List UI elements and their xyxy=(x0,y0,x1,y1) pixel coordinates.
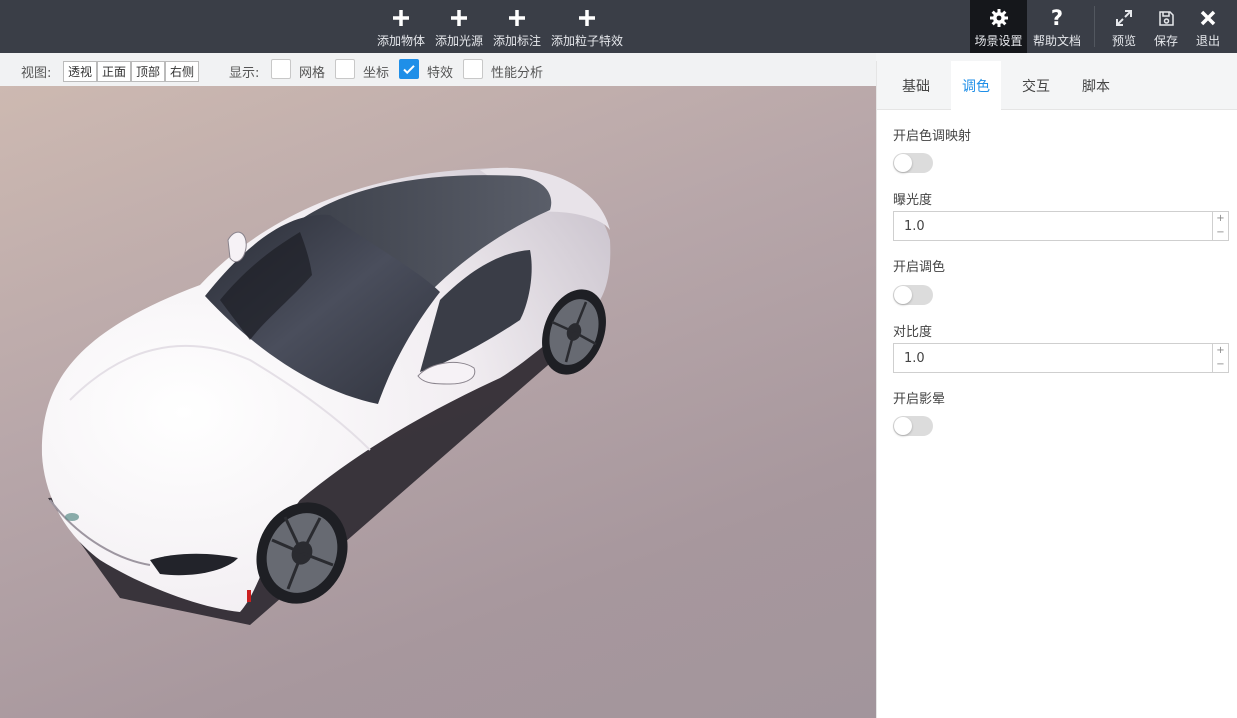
close-icon xyxy=(1200,6,1216,30)
contrast-input[interactable] xyxy=(894,344,1212,372)
add-particle-button[interactable]: 添加粒子特效 xyxy=(549,0,625,53)
top-toolbar: 添加物体 添加光源 添加标注 添加粒子特效 场景设置 ? 帮助文档 预览 保存 … xyxy=(0,0,1237,53)
decrement-button[interactable]: − xyxy=(1213,358,1228,372)
add-annotation-button[interactable]: 添加标注 xyxy=(490,0,544,53)
plus-icon xyxy=(450,6,468,30)
add-object-button[interactable]: 添加物体 xyxy=(374,0,428,53)
view-front-button[interactable]: 正面 xyxy=(97,61,131,82)
grid-checkbox[interactable] xyxy=(271,59,291,79)
exposure-input-box: + − xyxy=(893,211,1229,241)
expand-icon xyxy=(1115,6,1133,30)
vignette-label: 开启影晕 xyxy=(893,392,946,407)
plus-icon xyxy=(578,6,596,30)
increment-button[interactable]: + xyxy=(1213,344,1228,358)
exposure-stepper: + − xyxy=(1212,212,1228,240)
view-right-button[interactable]: 右侧 xyxy=(165,61,199,82)
toolbar-divider xyxy=(1094,6,1095,47)
effects-checkbox[interactable] xyxy=(399,59,419,79)
tone-mapping-label: 开启色调映射 xyxy=(893,129,972,144)
grid-label: 网格 xyxy=(299,66,326,81)
help-button[interactable]: ? 帮助文档 xyxy=(1030,0,1084,53)
gear-icon xyxy=(989,6,1009,30)
view-label: 视图: xyxy=(21,66,52,81)
tab-script[interactable]: 脚本 xyxy=(1071,61,1121,110)
toggle-knob xyxy=(894,286,912,304)
3d-viewport[interactable] xyxy=(0,86,876,718)
view-options-bar: 视图: 透视 正面 顶部 右侧 显示: 网格 坐标 特效 性能分析 xyxy=(0,53,876,86)
contrast-stepper: + − xyxy=(1212,344,1228,372)
save-button[interactable]: 保存 xyxy=(1146,0,1186,53)
tone-mapping-toggle[interactable] xyxy=(893,153,933,173)
exposure-label: 曝光度 xyxy=(893,193,933,208)
add-light-button[interactable]: 添加光源 xyxy=(432,0,486,53)
toggle-knob xyxy=(894,154,912,172)
performance-label: 性能分析 xyxy=(491,66,544,81)
increment-button[interactable]: + xyxy=(1213,212,1228,226)
tab-interaction[interactable]: 交互 xyxy=(1011,61,1061,110)
color-grading-toggle[interactable] xyxy=(893,285,933,305)
decrement-button[interactable]: − xyxy=(1213,226,1228,240)
view-perspective-button[interactable]: 透视 xyxy=(63,61,97,82)
question-icon: ? xyxy=(1050,5,1064,30)
preview-button[interactable]: 预览 xyxy=(1104,0,1144,53)
properties-panel: 基础 调色 交互 脚本 开启色调映射 曝光度 + − 开启调色 对比度 + − … xyxy=(876,61,1237,718)
effects-label: 特效 xyxy=(427,66,454,81)
axes-checkbox[interactable] xyxy=(335,59,355,79)
view-top-button[interactable]: 顶部 xyxy=(131,61,165,82)
panel-tabs: 基础 调色 交互 脚本 xyxy=(877,61,1237,111)
floppy-disk-icon xyxy=(1158,6,1175,30)
toggle-knob xyxy=(894,417,912,435)
scene-settings-button[interactable]: 场景设置 xyxy=(970,0,1027,53)
display-label: 显示: xyxy=(229,66,260,81)
plus-icon xyxy=(392,6,410,30)
color-grading-label: 开启调色 xyxy=(893,260,946,275)
checkmark-icon xyxy=(403,65,415,75)
plus-icon xyxy=(508,6,526,30)
axes-label: 坐标 xyxy=(363,66,390,81)
contrast-label: 对比度 xyxy=(893,325,933,340)
exit-button[interactable]: 退出 xyxy=(1188,0,1228,53)
performance-checkbox[interactable] xyxy=(463,59,483,79)
tab-color[interactable]: 调色 xyxy=(951,61,1001,111)
tab-basic[interactable]: 基础 xyxy=(879,61,953,110)
contrast-input-box: + − xyxy=(893,343,1229,373)
car-model[interactable] xyxy=(0,86,876,718)
exposure-input[interactable] xyxy=(894,212,1212,240)
vignette-toggle[interactable] xyxy=(893,416,933,436)
